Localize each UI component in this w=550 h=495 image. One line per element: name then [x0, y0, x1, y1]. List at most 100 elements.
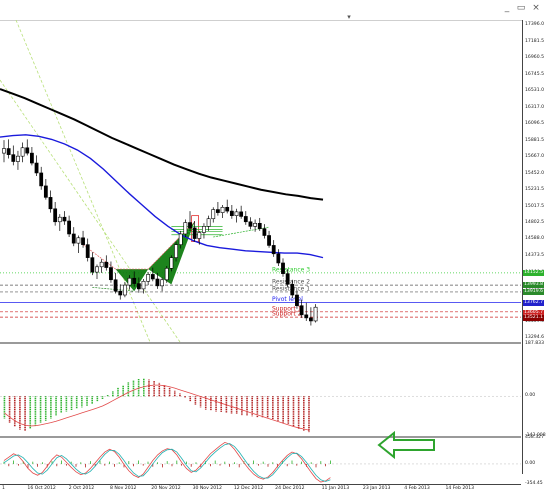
restore-icon[interactable]: ▭ — [516, 3, 526, 13]
histogram-indicator[interactable] — [0, 344, 521, 436]
price-tick-label: 15667.0 — [525, 154, 544, 160]
candle — [155, 278, 160, 287]
candle — [39, 172, 44, 187]
candle — [267, 235, 271, 246]
candle — [281, 262, 285, 274]
candle — [71, 233, 76, 244]
close-icon[interactable]: × — [531, 3, 541, 13]
date-tick-label: 24 Dec 2012 — [275, 486, 305, 491]
candle — [220, 206, 225, 213]
candle — [132, 277, 137, 284]
price-tag: 13762.7 — [523, 299, 544, 306]
level-label: Resistance 3 — [272, 266, 310, 273]
candle — [99, 261, 104, 268]
window-title-bar: ▾ _ ▭ × — [0, 0, 550, 21]
candle — [229, 210, 234, 216]
price-tick-label: 16096.5 — [525, 121, 544, 127]
candle — [174, 244, 178, 258]
date-axis: 1 16 Oct 2012 2 Oct 2012 8 Nov 2012 20 Nov 2… — [0, 484, 521, 495]
minimize-icon[interactable]: _ — [502, 3, 512, 13]
candle — [308, 317, 313, 322]
candle — [178, 233, 183, 245]
candle — [136, 283, 141, 290]
candle — [118, 290, 123, 296]
candle — [113, 279, 118, 292]
candle — [192, 227, 197, 239]
price-tick-label: 15452.0 — [525, 170, 544, 176]
candle — [67, 220, 72, 235]
candle — [313, 306, 318, 322]
price-chart[interactable]: Resistance 3Resistance 2Resistance 1Pivo… — [0, 20, 521, 342]
oscillator-tick-label: 458.327 — [525, 435, 544, 440]
date-tick-label: 16 Oct 2012 — [27, 486, 56, 491]
price-tick-label: 16531.0 — [525, 88, 544, 94]
level-label: Support 2 — [272, 311, 302, 318]
candle — [90, 257, 95, 273]
price-tick-label: 13294.6 — [525, 335, 544, 341]
candle — [216, 209, 220, 213]
candle — [20, 147, 25, 157]
candle — [76, 237, 81, 244]
candle — [271, 245, 276, 255]
candle — [48, 197, 53, 210]
candle — [248, 221, 253, 227]
price-tick-label: 15017.5 — [525, 203, 544, 209]
left-arrow-icon — [377, 430, 435, 460]
date-tick-label: 4 Feb 2013 — [404, 486, 430, 491]
candle — [276, 253, 281, 264]
moving-average-blue — [0, 134, 324, 259]
date-tick-label: 23 Jan 2013 — [362, 486, 391, 491]
price-tick-label: 14588.0 — [525, 236, 544, 242]
trend-line — [15, 20, 151, 342]
candle — [243, 216, 248, 223]
candle — [169, 257, 174, 269]
price-tick-label: 15231.5 — [525, 187, 544, 193]
oscillator-tick-label: 0.00 — [525, 460, 536, 466]
candle — [43, 185, 48, 198]
candle — [299, 305, 304, 316]
harmonic-pattern — [148, 221, 195, 285]
date-tick-label: 12 Dec 2012 — [233, 486, 264, 491]
candle — [25, 147, 30, 154]
price-tag: 13993.8 — [523, 282, 544, 289]
candle — [239, 211, 244, 217]
date-tick-label: 2 Oct 2012 — [68, 486, 95, 491]
price-scale: 17396.0 17181.5 16960.5 16745.5 16531.0 16317… — [522, 20, 550, 486]
date-tick-label: 14 Feb 2013 — [445, 486, 475, 491]
price-tick-label: 14802.5 — [525, 220, 544, 226]
oscillator-tick-label: -354.45 — [525, 481, 543, 486]
price-tick-label: 16745.5 — [525, 71, 544, 77]
candle — [85, 244, 90, 258]
candle — [160, 279, 165, 287]
price-tag: 14152.5 — [523, 269, 544, 276]
candle — [6, 148, 11, 155]
chart-terminal: ▾ _ ▭ × Resistance 3 Resistance 2 Resistan… — [0, 0, 550, 494]
candle — [183, 222, 188, 235]
candle — [16, 155, 20, 162]
price-tick-label: 17181.5 — [525, 38, 544, 44]
date-tick-label: 11 Jan 2013 — [321, 486, 350, 491]
candle — [104, 261, 109, 268]
candle — [29, 152, 34, 164]
candle — [234, 211, 239, 216]
candle — [257, 223, 262, 229]
price-tick-label: 16317.0 — [525, 104, 544, 110]
moving-average-black — [0, 88, 324, 201]
candle — [197, 232, 202, 239]
price-tick-label: 15881.5 — [525, 137, 544, 143]
oscillator-indicator[interactable] — [0, 438, 521, 484]
candle — [304, 314, 309, 319]
price-tag: 13521.1 — [523, 314, 544, 321]
candle — [141, 280, 146, 290]
candle — [253, 223, 258, 227]
histogram-tick-label: 187.833 — [525, 341, 544, 346]
candle — [285, 273, 290, 285]
candle — [295, 294, 299, 306]
date-tick-label: 20 Nov 2012 — [151, 486, 181, 491]
date-tick-label: 30 Nov 2012 — [192, 486, 222, 491]
candle — [34, 162, 39, 174]
candle — [164, 268, 169, 281]
candle — [11, 154, 16, 162]
candle — [62, 216, 67, 222]
candle — [53, 208, 58, 223]
